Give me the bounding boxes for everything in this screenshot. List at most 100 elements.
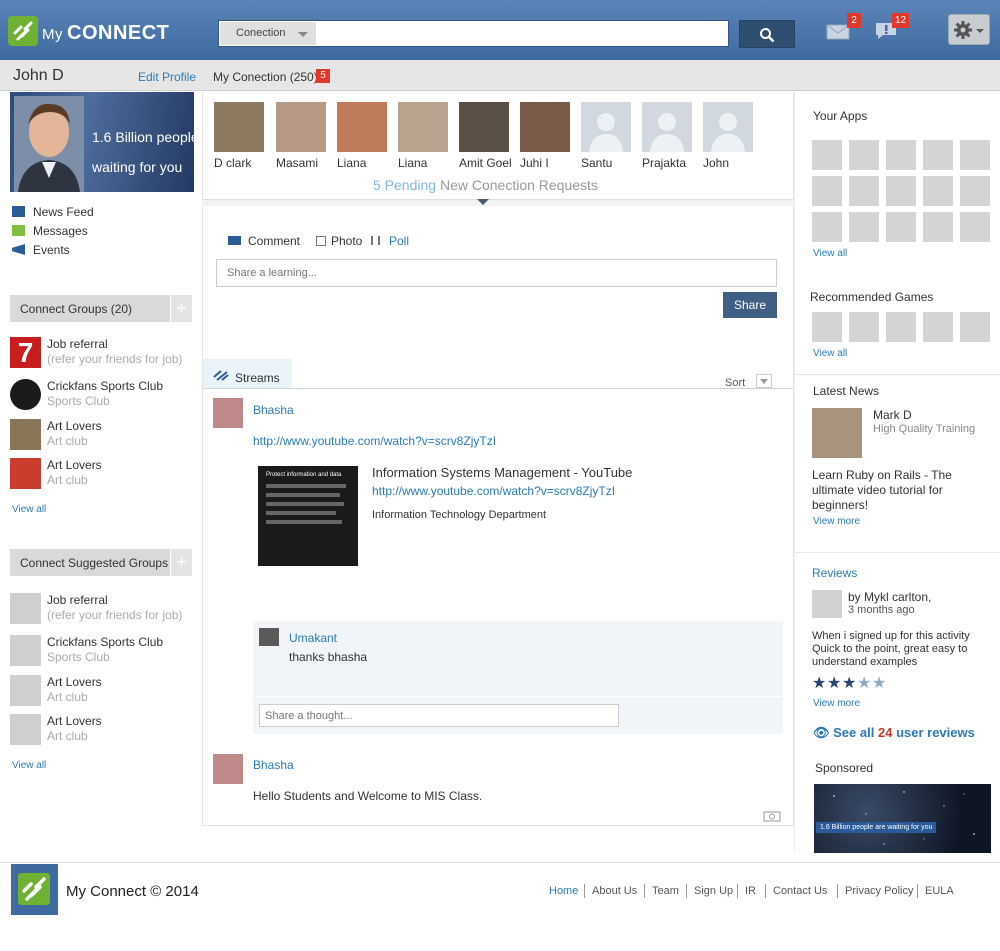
app-tile[interactable] (812, 212, 842, 242)
app-tile[interactable] (849, 176, 879, 206)
settings-button[interactable] (948, 14, 990, 45)
apps-view-all-link[interactable]: View all (813, 248, 847, 259)
game-tile[interactable] (960, 312, 990, 342)
footer-link-eula[interactable]: EULA (925, 885, 954, 897)
footer-link-ir[interactable]: IR (745, 885, 756, 897)
news-author-avatar[interactable] (812, 408, 862, 458)
reviews-view-more-link[interactable]: View more (813, 698, 860, 709)
suggested-view-all-link[interactable]: View all (12, 760, 46, 771)
suggested-group-item[interactable]: Art Lovers Art club (10, 675, 195, 709)
right-column-divider (794, 92, 795, 852)
footer-link-privacy-policy[interactable]: Privacy Policy (845, 885, 913, 897)
post-author-avatar[interactable] (213, 754, 243, 784)
news-view-more-link[interactable]: View more (813, 516, 860, 527)
app-tile[interactable] (849, 212, 879, 242)
app-tile[interactable] (960, 176, 990, 206)
reviewer-avatar[interactable] (812, 590, 842, 618)
groups-view-all-link[interactable]: View all (12, 504, 46, 515)
footer-logo-icon[interactable] (11, 864, 58, 915)
connection-item[interactable]: D clark (214, 102, 264, 170)
app-tile[interactable] (923, 176, 953, 206)
app-tile[interactable] (960, 212, 990, 242)
connection-item[interactable]: Amit Goel (459, 102, 512, 170)
app-tile[interactable] (886, 176, 916, 206)
brand-logo-icon[interactable] (8, 16, 38, 46)
footer-link-contact-us[interactable]: Contact Us (773, 885, 827, 897)
connection-item[interactable]: Liana (398, 102, 448, 170)
divider (253, 696, 783, 697)
edit-profile-link[interactable]: Edit Profile (138, 70, 196, 84)
connection-item[interactable]: John (703, 102, 753, 170)
footer-separator (584, 884, 585, 898)
footer-link-home[interactable]: Home (549, 885, 578, 897)
link-preview-url[interactable]: http://www.youtube.com/watch?v=scrv8ZjyT… (372, 484, 615, 498)
app-tile[interactable] (960, 140, 990, 170)
add-suggested-group-button[interactable]: + (170, 549, 192, 576)
app-tile[interactable] (812, 140, 842, 170)
my-connection-link[interactable]: My Conection (250) (213, 70, 318, 84)
connection-item[interactable]: Juhi I (520, 102, 570, 170)
search-input[interactable] (319, 22, 724, 45)
connection-item[interactable]: Masami (276, 102, 326, 170)
game-tile[interactable] (886, 312, 916, 342)
post-author-name[interactable]: Bhasha (253, 758, 294, 772)
app-tile[interactable] (849, 140, 879, 170)
pending-requests-link[interactable]: 5 Pending New Conection Requests (373, 177, 598, 193)
search-button[interactable] (739, 20, 795, 48)
connection-avatar (398, 102, 448, 152)
game-tile[interactable] (849, 312, 879, 342)
nav-news-feed[interactable]: News Feed (12, 205, 94, 219)
nav-messages[interactable]: Messages (12, 224, 88, 238)
camera-icon[interactable] (763, 810, 781, 822)
search-icon (760, 28, 775, 43)
connection-item[interactable]: Liana (337, 102, 387, 170)
group-item[interactable]: Art Lovers Art club (10, 458, 195, 492)
comment-author-name[interactable]: Umakant (289, 631, 337, 645)
star-empty-icon: ★ (857, 675, 872, 692)
suggested-group-item[interactable]: Job referral (refer your friends for job… (10, 593, 195, 627)
video-thumbnail[interactable]: Protect information and data (258, 466, 358, 566)
sort-dropdown[interactable] (756, 374, 772, 388)
tab-photo[interactable]: Photo (316, 234, 362, 248)
group-item[interactable]: Art Lovers Art club (10, 419, 195, 453)
recommended-games-heading: Recommended Games (810, 290, 934, 304)
app-tile[interactable] (923, 212, 953, 242)
suggested-group-item[interactable]: Crickfans Sports Club Sports Club (10, 635, 195, 669)
group-item[interactable]: Crickfans Sports Club Sports Club (10, 379, 195, 413)
tab-comment[interactable]: Comment (228, 234, 300, 248)
tab-poll[interactable]: Poll (371, 234, 409, 248)
sponsored-ad-image[interactable]: 1.6 Billion people are waiting for you (814, 784, 991, 853)
game-tile[interactable] (923, 312, 953, 342)
post-author-avatar[interactable] (213, 398, 243, 428)
messages-count-badge: 2 (847, 13, 861, 28)
footer-link-about-us[interactable]: About Us (592, 885, 637, 897)
brand-logo-text[interactable]: My CONNECT (42, 22, 169, 45)
connection-item[interactable]: Prajakta (642, 102, 692, 170)
comment-author-avatar[interactable] (259, 628, 279, 646)
footer-link-sign-up[interactable]: Sign Up (694, 885, 733, 897)
group-item[interactable]: 7 Job referral (refer your friends for j… (10, 337, 195, 371)
games-view-all-link[interactable]: View all (813, 348, 847, 359)
nav-events[interactable]: Events (12, 243, 70, 257)
add-group-button[interactable]: + (170, 295, 192, 322)
see-all-reviews-link[interactable]: 👁 See all 24 user reviews (813, 725, 975, 741)
post-author-name[interactable]: Bhasha (253, 403, 294, 417)
share-button[interactable]: Share (723, 292, 777, 318)
app-tile[interactable] (923, 140, 953, 170)
app-tile[interactable] (812, 176, 842, 206)
search-category-select[interactable]: Conection (220, 22, 316, 45)
review-text: When i signed up for this activity Quick… (812, 630, 970, 668)
connection-item[interactable]: Santu (581, 102, 631, 170)
group-thumbnail (10, 714, 41, 745)
footer-separator (686, 884, 687, 898)
share-thought-input[interactable] (259, 704, 619, 727)
app-tile[interactable] (886, 140, 916, 170)
footer-link-team[interactable]: Team (652, 885, 679, 897)
profile-banner: 1.6 Billion people waiting for you (10, 92, 194, 192)
share-learning-input[interactable] (216, 259, 777, 287)
tab-streams[interactable]: Streams (203, 359, 292, 389)
suggested-group-item[interactable]: Art Lovers Art club (10, 714, 195, 748)
game-tile[interactable] (812, 312, 842, 342)
post-link[interactable]: http://www.youtube.com/watch?v=scrv8ZjyT… (253, 434, 496, 448)
app-tile[interactable] (886, 212, 916, 242)
